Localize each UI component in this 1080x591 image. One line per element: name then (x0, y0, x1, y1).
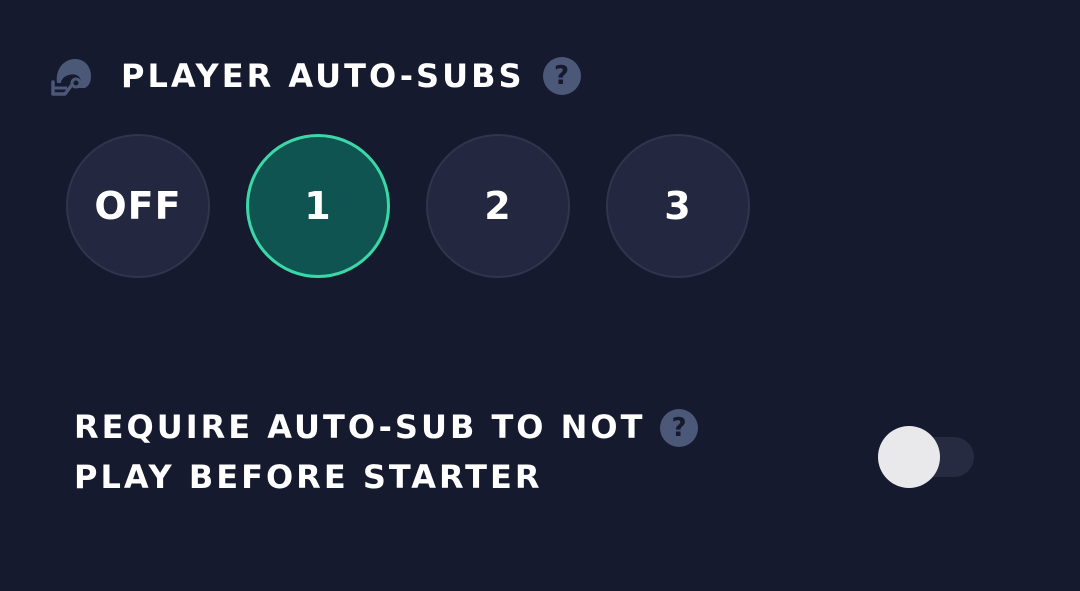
auto-sub-count-selector: OFF 1 2 3 (66, 134, 750, 278)
require-setting-label-line2: PLAY BEFORE STARTER (74, 458, 543, 496)
auto-sub-option-off[interactable]: OFF (66, 134, 210, 278)
auto-sub-option-2[interactable]: 2 (426, 134, 570, 278)
require-setting-help-icon[interactable]: ? (660, 409, 698, 447)
require-setting-label-line1: REQUIRE AUTO-SUB TO NOT (74, 408, 646, 446)
help-icon[interactable]: ? (542, 57, 581, 95)
auto-sub-option-1[interactable]: 1 (246, 134, 390, 278)
page-title: PLAYER AUTO-SUBS (121, 57, 525, 95)
football-helmet-icon (50, 54, 94, 98)
toggle-knob[interactable] (878, 426, 940, 488)
auto-subs-header: PLAYER AUTO-SUBS ? (50, 52, 581, 100)
require-setting-toggle[interactable] (878, 426, 976, 488)
auto-subs-settings-panel: PLAYER AUTO-SUBS ? OFF 1 2 3 REQUIRE AUT… (0, 0, 1080, 591)
require-setting-label: REQUIRE AUTO-SUB TO NOT PLAY BEFORE STAR… (74, 402, 645, 502)
auto-sub-option-3[interactable]: 3 (606, 134, 750, 278)
